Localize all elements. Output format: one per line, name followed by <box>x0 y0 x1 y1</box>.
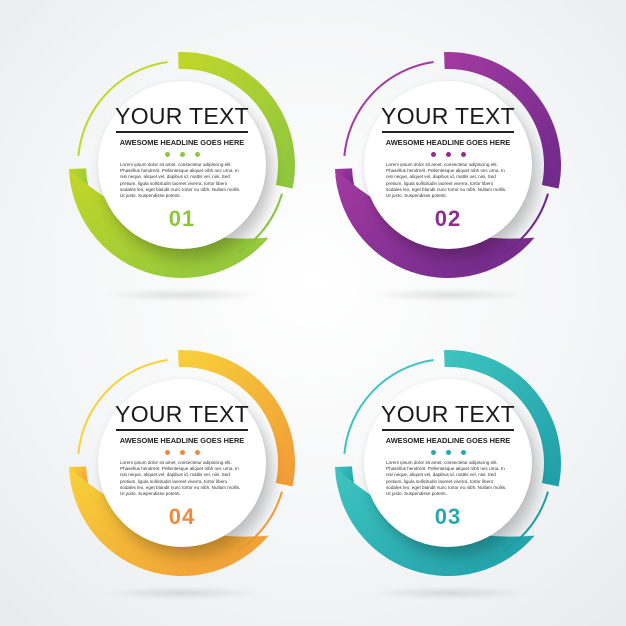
card-content: YOUR TEXT AWESOME HEADLINE GOES HERE Lor… <box>364 81 532 249</box>
card-number: 04 <box>168 504 196 529</box>
dot <box>430 152 436 157</box>
dot <box>445 152 451 157</box>
dot <box>179 450 185 455</box>
card-headline: AWESOME HEADLINE GOES HERE <box>119 138 245 147</box>
card-body-text: Lorem ipsum dolor sit amet, consectetur … <box>120 460 241 497</box>
card-content: YOUR TEXT AWESOME HEADLINE GOES HERE Lor… <box>364 379 532 547</box>
infographic-card-03: YOUR TEXT AWESOME HEADLINE GOES HERE Lor… <box>314 334 574 614</box>
card-body-text: Lorem ipsum dolor sit amet, consectetur … <box>120 162 241 199</box>
floor-shadow <box>103 586 263 600</box>
dot <box>194 152 200 157</box>
card-body-text: Lorem ipsum dolor sit amet, consectetur … <box>386 460 507 497</box>
dot <box>194 450 200 455</box>
card-number: 01 <box>168 206 196 231</box>
floor-shadow <box>103 288 263 302</box>
dot <box>460 152 466 157</box>
dot <box>430 450 436 455</box>
title-underline <box>116 429 248 431</box>
title-underline <box>382 429 514 431</box>
card-title: YOUR TEXT <box>115 103 249 129</box>
card-title: YOUR TEXT <box>381 103 515 129</box>
infographic-card-02: YOUR TEXT AWESOME HEADLINE GOES HERE Lor… <box>314 36 574 316</box>
card-title: YOUR TEXT <box>381 401 515 427</box>
card-number: 03 <box>434 504 462 529</box>
dot-indicator <box>364 450 532 456</box>
dot <box>460 450 466 455</box>
card-headline: AWESOME HEADLINE GOES HERE <box>119 436 245 445</box>
dot-indicator <box>98 450 266 456</box>
card-headline: AWESOME HEADLINE GOES HERE <box>385 436 511 445</box>
dot <box>179 152 185 157</box>
title-underline <box>382 131 514 133</box>
floor-shadow <box>369 586 529 600</box>
infographic-card-04: YOUR TEXT AWESOME HEADLINE GOES HERE Lor… <box>48 334 308 614</box>
card-title: YOUR TEXT <box>115 401 249 427</box>
dot <box>164 450 170 455</box>
card-body-text: Lorem ipsum dolor sit amet, consectetur … <box>386 162 507 199</box>
dot <box>164 152 170 157</box>
dot <box>445 450 451 455</box>
infographic-card-01: YOUR TEXT AWESOME HEADLINE GOES HERE Lor… <box>48 36 308 316</box>
dot-indicator <box>98 152 266 158</box>
title-underline <box>116 131 248 133</box>
card-content: YOUR TEXT AWESOME HEADLINE GOES HERE Lor… <box>98 81 266 249</box>
card-content: YOUR TEXT AWESOME HEADLINE GOES HERE Lor… <box>98 379 266 547</box>
floor-shadow <box>369 288 529 302</box>
dot-indicator <box>364 152 532 158</box>
card-number: 02 <box>434 206 462 231</box>
card-headline: AWESOME HEADLINE GOES HERE <box>385 138 511 147</box>
